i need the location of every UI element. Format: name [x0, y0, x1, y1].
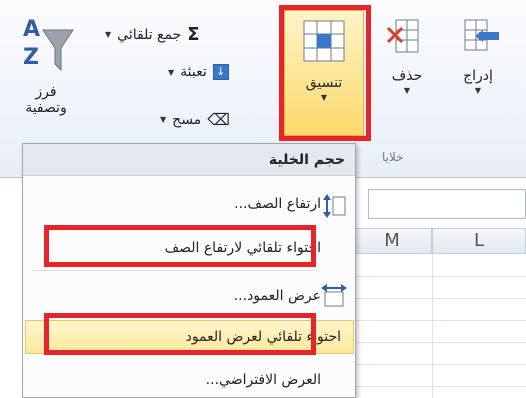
sort-filter-label-2: وتصفية [25, 100, 67, 116]
grid-line [352, 320, 526, 321]
grid-line [352, 298, 526, 299]
grid-line [352, 342, 526, 343]
column-l-label: L [473, 230, 485, 251]
grid-line [352, 276, 526, 277]
format-dropdown-menu: حجم الخلية ارتفاع الصف... احتواء تلقائي … [22, 143, 356, 398]
delete-cells-icon [386, 19, 419, 53]
format-highlight-box [279, 5, 371, 141]
sort-filter-button[interactable]: A Z فرز وتصفية [6, 12, 86, 116]
sigma-icon: Σ [187, 24, 200, 45]
column-header-l[interactable]: L [432, 228, 526, 254]
cell-size-header: حجم الخلية [23, 144, 355, 176]
autosum-button[interactable]: Σ جمع تلقائي ▼ [105, 24, 200, 45]
menu-item-row-height[interactable]: ارتفاع الصف... [33, 190, 333, 220]
autofit-column-highlight-box [44, 313, 316, 355]
delete-button[interactable]: حذف ▼ [376, 18, 438, 95]
fill-down-icon: ↓ [212, 64, 229, 80]
fill-dropdown-arrow[interactable]: ▼ [168, 68, 174, 77]
delete-label: حذف [391, 68, 423, 84]
formula-bar[interactable] [368, 189, 526, 219]
fill-button[interactable]: ↓ تعبئة ▼ [168, 64, 229, 80]
eraser-icon: ⌫ [207, 110, 230, 129]
menu-separator [33, 270, 313, 271]
insert-button[interactable]: إدراج ▼ [446, 18, 510, 95]
column-m-label: M [384, 230, 400, 251]
grid-line [352, 386, 526, 387]
column-header-m[interactable]: M [352, 228, 432, 254]
insert-dropdown-arrow[interactable]: ▼ [446, 86, 510, 95]
menu-item-default-width[interactable]: العرض الافتراضي... [33, 366, 333, 396]
clear-button[interactable]: ⌫ مسح ▼ [160, 110, 230, 129]
fill-label: تعبئة [180, 64, 207, 80]
delete-dropdown-arrow[interactable]: ▼ [376, 86, 438, 95]
svg-text:A: A [23, 17, 40, 42]
clear-dropdown-arrow[interactable]: ▼ [160, 115, 166, 124]
autosum-label: جمع تلقائي [117, 26, 182, 43]
autosum-dropdown-arrow[interactable]: ▼ [105, 30, 111, 39]
grid-vline [432, 254, 433, 398]
insert-cells-icon [464, 19, 499, 51]
sort-filter-label-1: فرز [35, 84, 57, 100]
svg-text:Z: Z [23, 45, 39, 70]
clear-label: مسح [172, 111, 202, 128]
insert-label: إدراج [463, 68, 493, 84]
autofit-row-highlight-box [44, 225, 316, 267]
cells-group-label: خلايا [382, 150, 404, 164]
menu-item-column-width[interactable]: عرض العمود... [33, 282, 333, 312]
grid-line [352, 364, 526, 365]
sort-filter-icon: A Z [23, 17, 74, 72]
